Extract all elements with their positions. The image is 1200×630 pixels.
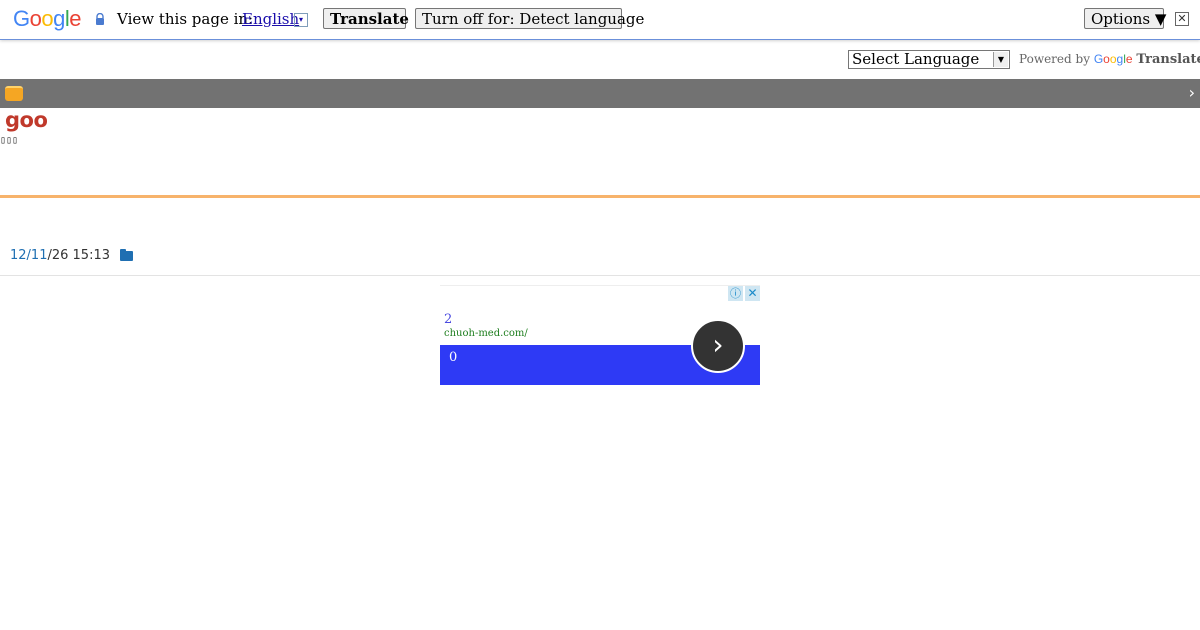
ad-unit[interactable]: ⓘ ✕ 2 chuoh-med.com/ 0 › bbox=[440, 285, 760, 385]
logo-letter: o bbox=[29, 6, 42, 31]
options-button[interactable]: Options ▼ bbox=[1084, 8, 1166, 29]
folder-icon[interactable] bbox=[120, 249, 133, 261]
content-divider bbox=[0, 275, 1200, 276]
language-select[interactable]: Select Language ▼ bbox=[848, 50, 1010, 69]
google-logo: Google bbox=[13, 6, 82, 32]
goo-logo[interactable]: goo bbox=[5, 108, 48, 132]
info-icon[interactable]: ⓘ bbox=[728, 286, 743, 301]
powered-by: Powered by Google Translate bbox=[1019, 52, 1200, 67]
site-header-bar: › bbox=[0, 79, 1200, 108]
close-icon[interactable]: ✕ bbox=[1175, 12, 1189, 26]
ad-band-text: 0 bbox=[449, 350, 458, 365]
ad-url[interactable]: chuoh-med.com/ bbox=[444, 328, 528, 339]
logo-letter: e bbox=[69, 6, 82, 31]
site-icon[interactable] bbox=[5, 86, 23, 101]
logo-letter: g bbox=[53, 6, 65, 31]
translate-prompt: View this page in: bbox=[117, 10, 254, 28]
ad-close-icon[interactable]: ✕ bbox=[745, 286, 760, 301]
arrow-right-icon[interactable]: › bbox=[691, 319, 745, 373]
language-dropdown-icon[interactable]: ▾ bbox=[294, 13, 308, 27]
logo-letter: G bbox=[13, 6, 30, 31]
header-divider bbox=[0, 195, 1200, 198]
translate-button[interactable]: Translate bbox=[323, 8, 409, 29]
language-select-value: Select Language bbox=[852, 50, 980, 68]
language-link[interactable]: English bbox=[242, 10, 299, 28]
chevron-down-icon: ▼ bbox=[993, 52, 1008, 67]
turn-off-button[interactable]: Turn off for: Detect language bbox=[415, 8, 644, 29]
date-time: /26 15:13 bbox=[47, 248, 110, 263]
translate-bar: Google View this page in: English ▾ Tran… bbox=[0, 0, 1200, 40]
date-link[interactable]: 12/11 bbox=[10, 248, 47, 263]
google-mini-logo[interactable]: Google bbox=[1094, 52, 1133, 66]
logo-letter: o bbox=[41, 6, 54, 31]
powered-translate[interactable]: Translate bbox=[1136, 52, 1200, 67]
lock-icon bbox=[96, 13, 104, 25]
blog-subtitle: ▯▯▯ bbox=[0, 135, 19, 146]
post-date: 12/11/26 15:13 bbox=[10, 248, 110, 263]
chevron-right-icon[interactable]: › bbox=[1189, 83, 1195, 102]
powered-prefix: Powered by bbox=[1019, 52, 1090, 66]
ad-headline[interactable]: 2 bbox=[444, 312, 452, 327]
